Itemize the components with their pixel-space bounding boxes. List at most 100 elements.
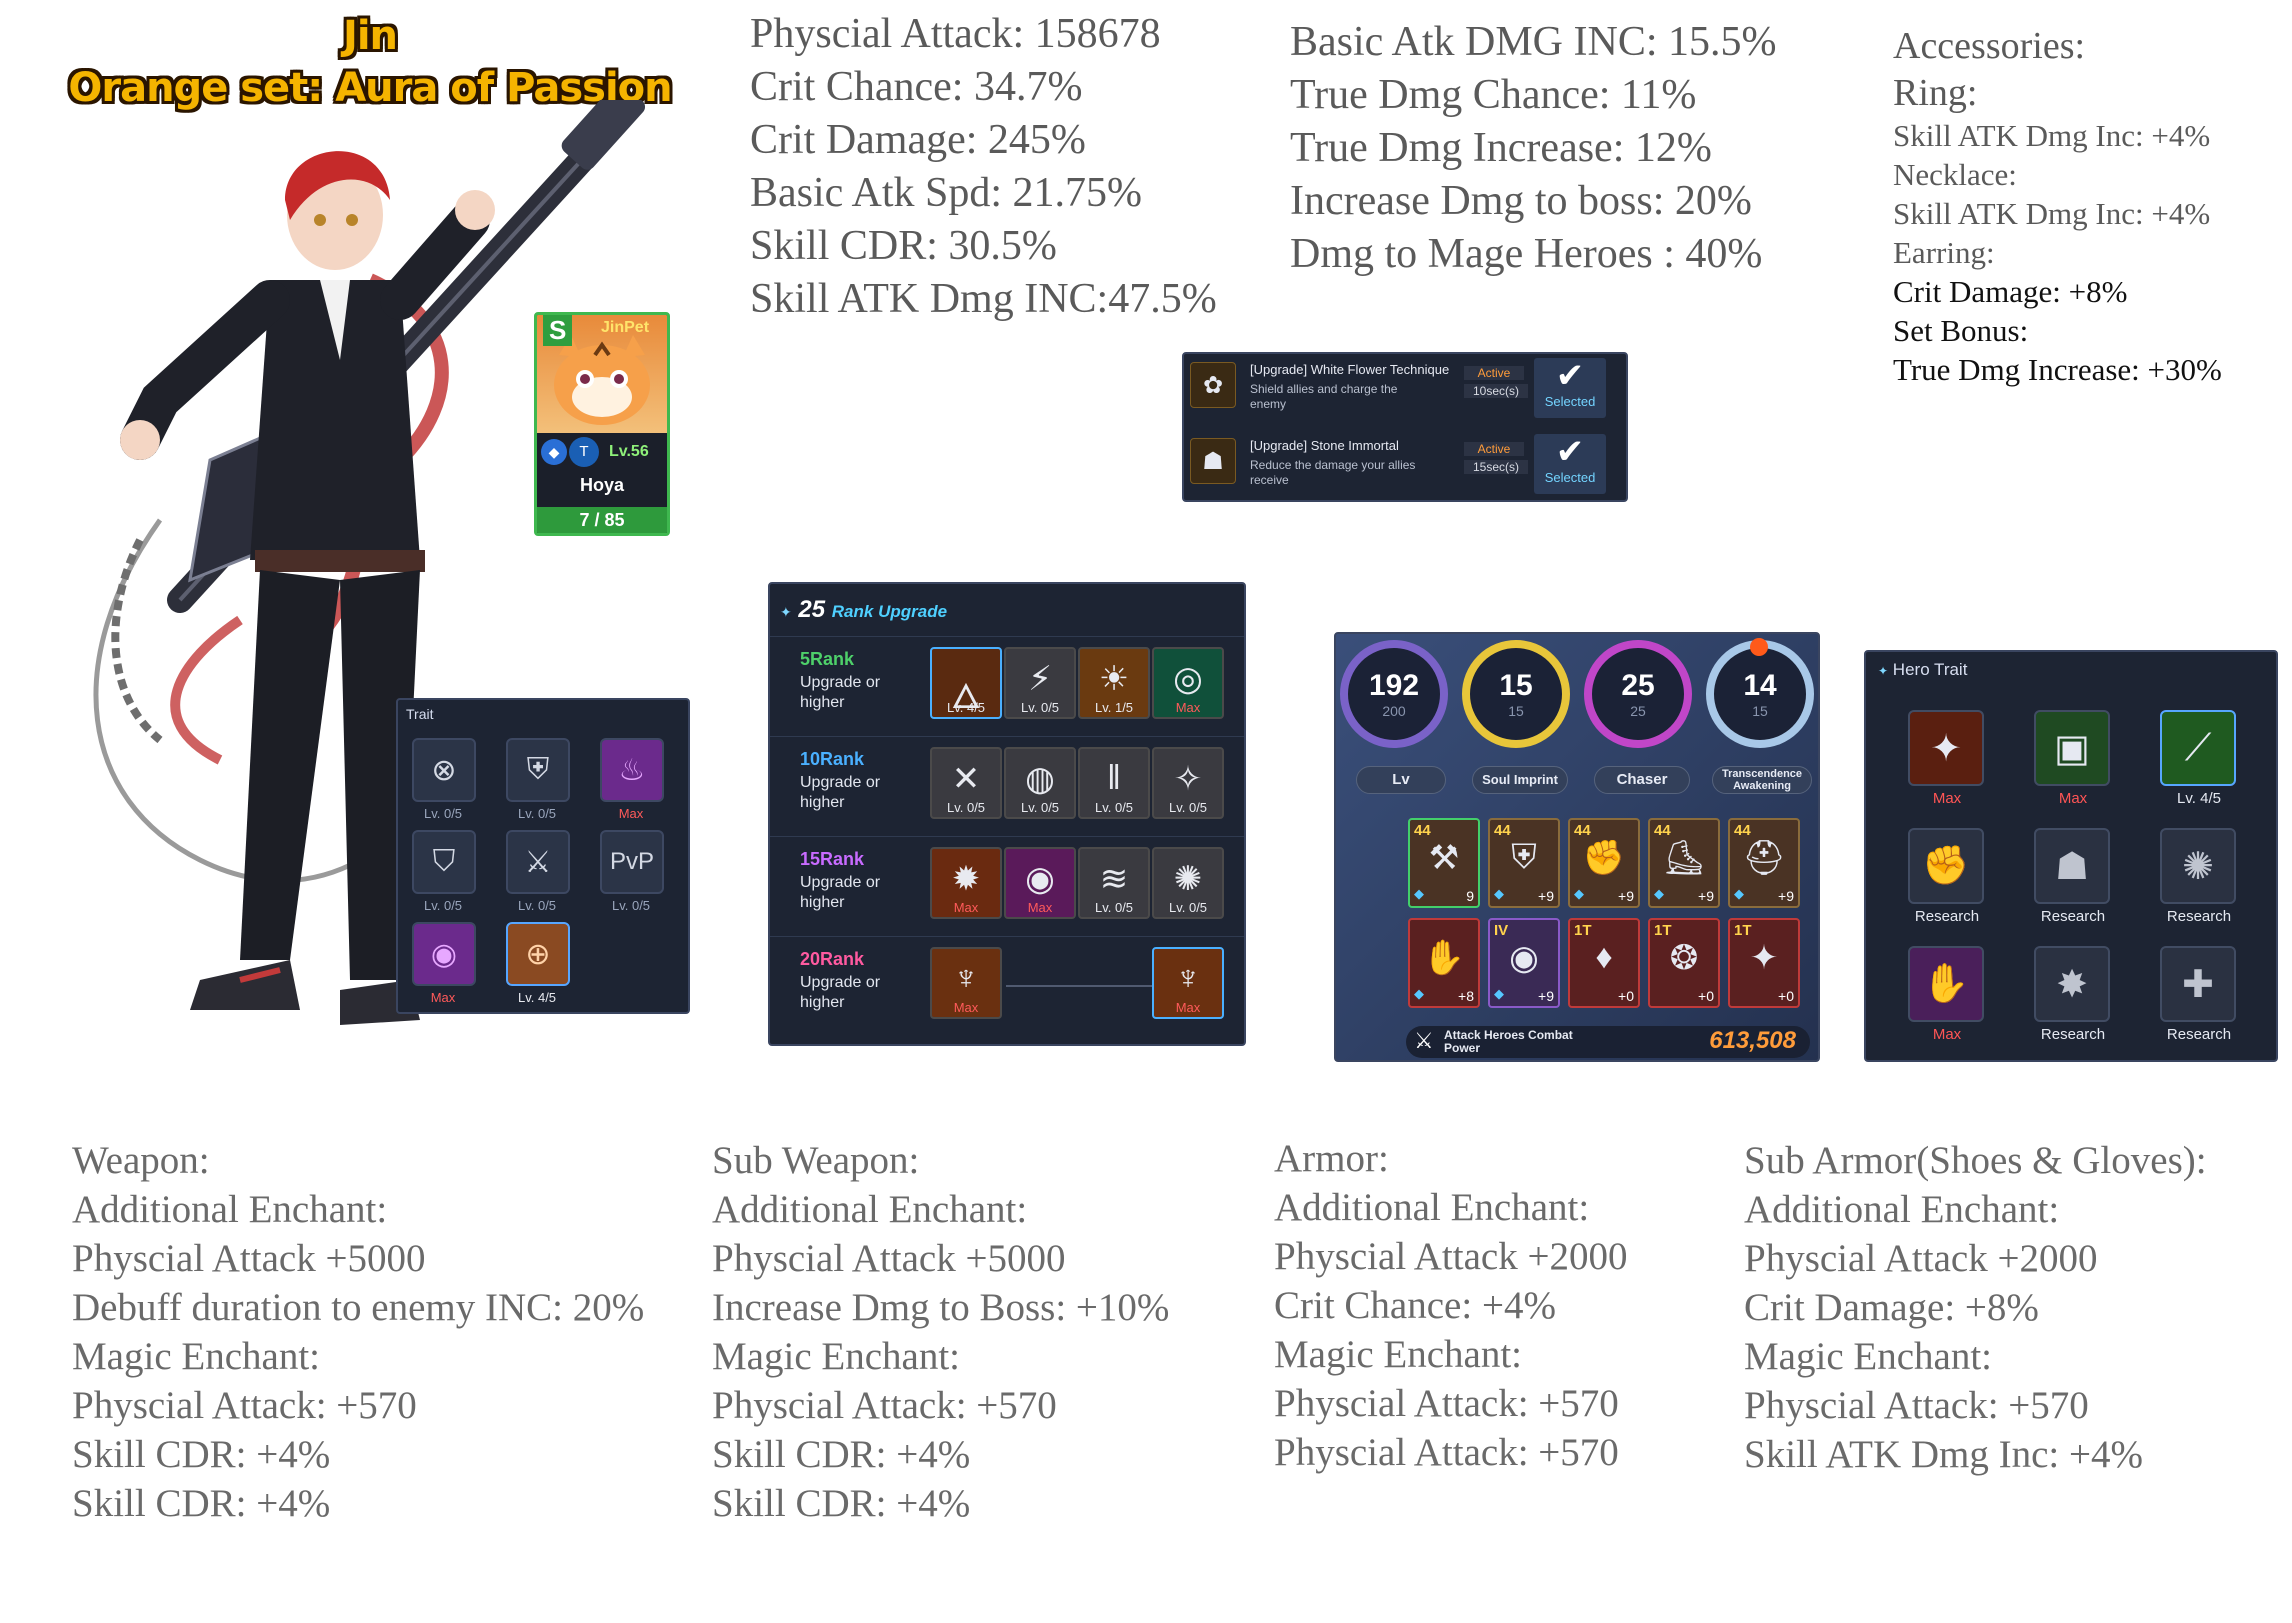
skill-row[interactable]: ☗ [Upgrade] Stone Immortal Reduce the da… [1190,438,1528,487]
weapon-line: Weapon: [72,1139,210,1182]
accessory-slot[interactable]: 1T ✦ +0 [1728,918,1800,1008]
star-burst-icon[interactable]: ✺ Lv. 0/5 [1152,847,1224,919]
gauntlet-slot[interactable]: ✋ ◆ +8 [1408,918,1480,1008]
helmet-icon: ⛑ [1742,839,1786,877]
stat-basic-atk-spd: Basic Atk Spd: 21.75% [750,170,1143,216]
accessories-title: Accessories: [1893,25,2086,67]
helmet-slot[interactable]: 44 ⛑ ◆ +9 [1728,818,1800,908]
glove-slot[interactable]: 44 ✊ ◆ +9 [1568,818,1640,908]
rank-skill-level: Lv. 0/5 [946,800,986,815]
stat-physical-attack: Physcial Attack: 158678 [750,11,1161,57]
stat-skill-cdr: Skill CDR: 30.5% [750,223,1057,269]
flame-icon[interactable]: ♨ [600,738,664,802]
item-tier: IV [1494,922,1509,939]
skill-row[interactable]: ✿ [Upgrade] White Flower Technique Shiel… [1190,362,1528,411]
diamond-icon: ◆ [1414,886,1424,901]
hero-trait-level: Research [2040,908,2106,925]
accessory-slot[interactable]: 1T ❂ +0 [1648,918,1720,1008]
selected-button[interactable]: ✔ Selected [1534,434,1606,494]
cloak-icon[interactable]: ☗ [2034,828,2110,904]
rank-subtitle: Upgrade or higher [800,874,881,911]
diamond-icon: ◆ [1734,886,1744,901]
transcendence-button[interactable]: Transcendence Awakening [1712,766,1812,794]
checkmark-icon: ✔ [1555,433,1585,471]
armor-slot[interactable]: 44 ⛨ ◆ +9 [1488,818,1560,908]
orb-slot[interactable]: IV ◉ ◆ +9 [1488,918,1560,1008]
beam-icon[interactable]: ‖ Lv. 0/5 [1078,747,1150,819]
shatter-icon[interactable]: ✸ [2034,946,2110,1022]
pet-element-icon: T [569,437,599,467]
selected-label: Selected [1544,470,1596,485]
slash-strike-icon[interactable]: ✦ [1908,710,1984,786]
sub-weapon-line: Additional Enchant: [712,1188,1028,1231]
sparkle-burst-icon[interactable]: ✧ Lv. 0/5 [1152,747,1224,819]
item-enhance: +9 [1778,888,1794,904]
heal-cross-icon[interactable]: ✚ [2160,946,2236,1022]
pvp-sword-icon[interactable]: ⚔ [506,830,570,894]
weapon-block: Weapon: Additional Enchant: Physcial Att… [72,1136,644,1528]
flame-orb-icon[interactable]: ☀ Lv. 1/5 [1078,647,1150,719]
purple-hand-icon[interactable]: ✋ [1908,946,1984,1022]
impact-burst-icon[interactable]: ✺ [2160,828,2236,904]
sparkle-icon: ✦ [1878,664,1889,678]
skill-status: Active [1464,442,1524,456]
chaser-button[interactable]: Chaser [1594,766,1690,794]
soul-imprint-button[interactable]: Soul Imprint [1472,766,1568,794]
item-level: 44 [1414,822,1431,839]
shield-icon[interactable]: ⛉ [412,830,476,894]
fist-icon[interactable]: ✊ [1908,828,1984,904]
green-orb-icon[interactable]: ◎ Max [1152,647,1224,719]
target-icon[interactable]: ⊕ [506,922,570,986]
armor-line: Armor: [1274,1137,1389,1180]
vortex-icon[interactable]: ◉ [412,922,476,986]
pet-card[interactable]: S JinPet ◆ T Lv.56 Hoya 7 / 85 [534,312,670,536]
axe-weapon-slot[interactable]: 44 ⚒ ◆ 9 [1408,818,1480,908]
flame-pillar-icon[interactable]: ♆ Max [930,947,1002,1019]
lv-button[interactable]: Lv [1356,766,1446,794]
fire-burst-icon[interactable]: ✹ Max [930,847,1002,919]
boots-slot[interactable]: 44 ⛸ ◆ +9 [1648,818,1720,908]
selected-button[interactable]: ✔ Selected [1534,358,1606,418]
claw-icon[interactable]: ✕ Lv. 0/5 [930,747,1002,819]
crosshair-shield-icon[interactable]: ⊗ [412,738,476,802]
armor-line: Crit Chance: +4% [1274,1284,1556,1327]
card-spell-icon[interactable]: ▣ [2034,710,2110,786]
pendant-icon: ♦ [1595,938,1613,976]
pvp-badge-icon[interactable]: PvP [600,830,664,894]
pet-name-tag: JinPet [601,319,650,336]
fire-rune-icon[interactable]: 🜂 Lv. 4/5 [930,647,1002,719]
hero-trait-level: Max [1932,1026,1962,1043]
item-enhance: 9 [1466,888,1474,904]
item-level: 44 [1574,822,1591,839]
skill-desc: Reduce the damage your allies receive [1250,458,1416,487]
skill-cooldown: 15sec(s) [1464,460,1528,474]
sparkle-icon: ✦ [780,604,792,620]
hero-trait-level: Research [1914,908,1980,925]
rank-skill-level: Lv. 1/5 [1094,700,1134,715]
stats-secondary: Basic Atk DMG INC: 15.5% True Dmg Chance… [1290,16,1777,281]
sub-armor-line: Skill ATK Dmg Inc: +4% [1744,1433,2143,1476]
sub-armor-line: Crit Damage: +8% [1744,1286,2039,1329]
sphere-icon[interactable]: ◍ Lv. 0/5 [1004,747,1076,819]
armor-line: Additional Enchant: [1274,1186,1590,1229]
chestplate-icon: ⛨ [1511,838,1537,876]
magic-orb-icon[interactable]: ◉ Max [1004,847,1076,919]
pet-class-icon: ◆ [541,439,567,465]
claw-slash-icon[interactable]: ⟋ [2160,710,2236,786]
selected-label: Selected [1544,394,1596,409]
set-bonus-value: True Dmg Increase: +30% [1893,352,2222,387]
slash-icon[interactable]: ⚡ Lv. 0/5 [1004,647,1076,719]
wind-slash-icon[interactable]: ≋ Lv. 0/5 [1078,847,1150,919]
fist-shield-icon[interactable]: ⛨ [506,738,570,802]
rank-title: 10Rank [800,749,865,769]
sub-armor-line: Physcial Attack: +570 [1744,1384,2089,1427]
flame-pillar-icon[interactable]: ♆ Max [1152,947,1224,1019]
rank-row-20: 20Rank Upgrade or higher ♆ Max ♆ Max [770,936,1244,1036]
rank-skill-level: Max [1027,900,1053,915]
hero-trait-level: Max [2058,790,2088,807]
rank-skill-level: Lv. 0/5 [1020,800,1060,815]
item-enhance: +9 [1538,888,1554,904]
hero-trait-panel: ✦ Hero Trait ✦ Max ▣ Max ⟋ Lv. 4/5 ✊ Res… [1864,650,2278,1062]
rank-title: 5Rank [800,649,855,669]
accessory-slot[interactable]: 1T ♦ +0 [1568,918,1640,1008]
